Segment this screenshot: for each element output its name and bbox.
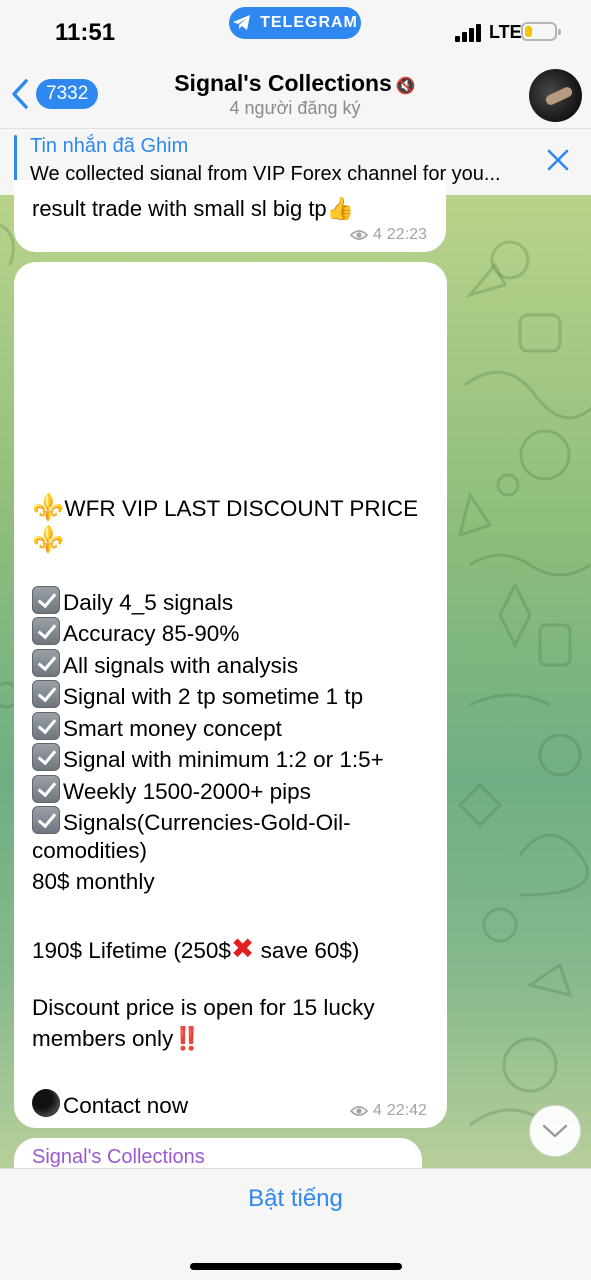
battery-icon (521, 22, 561, 41)
feature-text: Daily 4_5 signals (63, 590, 234, 615)
feature-text: Signal with 2 tp sometime 1 tp (63, 684, 364, 709)
checkbox-icon (32, 649, 60, 677)
checkbox-icon (32, 712, 60, 740)
battery-tip (558, 29, 561, 35)
cross-mark-icon: ✖ (230, 933, 255, 964)
home-indicator (190, 1263, 402, 1270)
network-type: LTE (489, 22, 522, 42)
message-bubble[interactable]: result trade with small sl big tp👍 4 22:… (14, 180, 446, 252)
bottom-bar: Bật tiếng (0, 1168, 591, 1280)
unmute-button[interactable]: Bật tiếng (0, 1185, 591, 1213)
channel-avatar[interactable] (529, 69, 582, 122)
feature-line: Signals(Currencies-Gold-Oil- (32, 806, 351, 836)
feature-line: Signal with 2 tp sometime 1 tp (32, 680, 363, 710)
message-text: result trade with small sl big tp👍 (32, 196, 354, 222)
feature-line: Daily 4_5 signals (32, 586, 233, 616)
message-line: ⚜️WFR VIP LAST DISCOUNT PRICE (32, 492, 418, 523)
thumbs-up-icon: 👍 (326, 196, 355, 221)
top-bar: 11:51 TELEGRAM LTE 7332 Signal's Collect… (0, 0, 591, 195)
feature-text: Accuracy 85-90% (63, 621, 240, 646)
back-button[interactable]: 7332 (10, 78, 99, 110)
price-lifetime-text: 190$ Lifetime (250$ (32, 938, 231, 963)
eye-icon (350, 230, 368, 240)
signal-bars-icon (455, 24, 481, 42)
fleur-de-lis-icon: ⚜️ (32, 524, 65, 554)
message-meta: 4 22:42 (350, 1102, 427, 1120)
view-count: 4 (373, 226, 382, 243)
price-monthly: 80$ monthly (32, 869, 155, 894)
message-line: comodities) (32, 838, 148, 863)
message-time: 22:42 (386, 1102, 427, 1119)
view-count: 4 (373, 1102, 382, 1119)
contact-line: Contact now (32, 1089, 188, 1119)
subscriber-count: 4 người đăng ký (229, 98, 361, 118)
checkbox-icon (32, 617, 60, 645)
muted-icon: 🔇 (395, 78, 416, 95)
telegram-pill-label: TELEGRAM (260, 14, 358, 31)
feature-text: Smart money concept (63, 716, 282, 741)
feature-text: Signal with minimum 1:2 or 1:5+ (63, 747, 384, 772)
battery-fill (525, 26, 532, 37)
chevron-down-icon (542, 1124, 568, 1138)
close-icon[interactable] (546, 148, 570, 172)
chat-title-text: Signal's Collections (174, 70, 392, 96)
contact-text: Contact now (63, 1093, 189, 1118)
feature-text: Weekly 1500-2000+ pips (63, 779, 311, 804)
chevron-left-icon (12, 79, 28, 109)
telegram-icon (233, 15, 251, 30)
feature-line: All signals with analysis (32, 649, 298, 679)
checkbox-icon (32, 680, 60, 708)
message-line-text: members only (32, 1026, 174, 1051)
feature-line: Signal with minimum 1:2 or 1:5+ (32, 743, 384, 773)
unread-count-badge: 7332 (36, 79, 99, 109)
pinned-title: Tin nhắn đã Ghim (30, 135, 189, 157)
feature-line: Smart money concept (32, 712, 282, 742)
avatar-image (544, 85, 574, 107)
message-line: Discount price is open for 15 lucky (32, 995, 375, 1020)
double-exclamation-icon: ‼️ (173, 1026, 202, 1051)
checkbox-icon (32, 806, 60, 834)
checkbox-icon (32, 743, 60, 771)
chat-title[interactable]: Signal's Collections 🔇 (120, 70, 470, 97)
feature-text: Signals(Currencies-Gold-Oil- (63, 810, 351, 835)
feature-line: Accuracy 85-90% (32, 617, 239, 647)
message-meta: 4 22:23 (350, 226, 427, 244)
checkbox-icon (32, 775, 60, 803)
message-text-content: result trade with small sl big tp (32, 196, 327, 221)
status-time: 11:51 (55, 19, 116, 46)
message-line-text: WFR VIP LAST DISCOUNT PRICE (64, 496, 419, 521)
price-lifetime-save: save 60$) (254, 938, 360, 963)
message-time: 22:23 (386, 226, 427, 243)
feature-line: Weekly 1500-2000+ pips (32, 775, 311, 805)
feature-text: All signals with analysis (63, 653, 299, 678)
message-bubble[interactable]: ⚜️WFR VIP LAST DISCOUNT PRICE ⚜️ Daily 4… (14, 262, 447, 1128)
message-line: ⚜️ (32, 524, 64, 555)
sender-name: Signal's Collections (32, 1146, 205, 1168)
fleur-de-lis-icon: ⚜️ (32, 492, 65, 522)
scroll-down-button[interactable] (529, 1105, 581, 1157)
telegram-pill[interactable]: TELEGRAM (229, 7, 361, 39)
black-circle-icon (32, 1089, 60, 1117)
eye-icon (350, 1106, 368, 1116)
price-lifetime: 190$ Lifetime (250$✖ save 60$) (32, 932, 359, 965)
message-line: members only‼️ (32, 1026, 201, 1052)
checkbox-icon (32, 586, 60, 614)
